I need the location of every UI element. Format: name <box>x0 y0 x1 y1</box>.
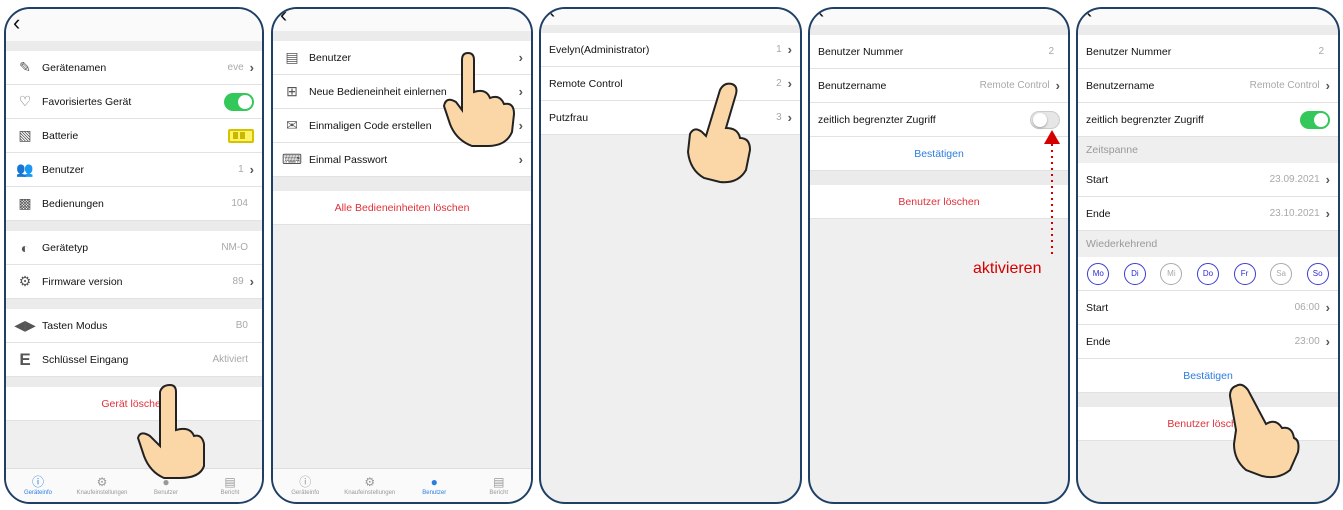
row-battery: ▧ Batterie <box>6 119 262 153</box>
chevron-left-icon[interactable]: ‹ <box>817 9 824 22</box>
day-friday[interactable]: Fr <box>1233 262 1256 285</box>
battery-icon: ▧ <box>18 127 32 143</box>
day-sunday[interactable]: So <box>1306 262 1329 285</box>
gear-icon: ⚙ <box>364 474 376 489</box>
users-icon: 👥 <box>16 161 34 177</box>
plus-square-icon: ⊞ <box>286 83 298 99</box>
day-monday[interactable]: Mo <box>1087 262 1110 285</box>
keypad-icon: ▩ <box>18 195 32 211</box>
heart-icon: ♡ <box>18 93 32 109</box>
row-user-number: Benutzer Nummer 2 <box>810 35 1068 69</box>
row-time-limited-access: zeitlich begrenzter Zugriff <box>810 103 1068 137</box>
pointing-hand-icon <box>442 51 516 147</box>
confirm-button[interactable]: Bestätigen <box>810 137 1068 171</box>
chevron-right-icon: › <box>249 60 254 75</box>
chevron-right-icon: › <box>787 110 792 125</box>
row-users[interactable]: 👥 Benutzer 1 › <box>6 153 262 187</box>
day-saturday[interactable]: Sa <box>1270 262 1293 285</box>
time-access-toggle[interactable] <box>1300 110 1330 129</box>
tab-device-info[interactable]: ⓘ Geräteinfo <box>273 469 338 502</box>
chevron-right-icon: › <box>787 42 792 57</box>
pointing-hand-icon <box>686 82 752 184</box>
row-operations: ▩ Bedienungen 104 <box>6 187 262 221</box>
chevron-right-icon: › <box>249 162 254 177</box>
chevron-right-icon: › <box>1055 78 1060 93</box>
tab-knob-settings[interactable]: ⚙ Knaufeinstellungen <box>338 469 403 502</box>
chevron-right-icon: › <box>1325 300 1330 315</box>
envelope-icon: ✉ <box>286 117 298 133</box>
row-key-mode: ◀▶ Tasten Modus B0 <box>6 309 262 343</box>
row-end-date[interactable]: Ende 23.10.2021 › <box>1078 197 1338 231</box>
arrows-icon: ◀▶ <box>14 317 36 333</box>
row-one-time-password[interactable]: ⌨ Einmal Passwort › <box>273 143 531 177</box>
row-user-name[interactable]: Benutzername Remote Control › <box>1078 69 1338 103</box>
user-icon: ● <box>430 474 438 489</box>
chevron-left-icon[interactable]: ‹ <box>548 9 555 22</box>
row-start-time[interactable]: Start 06:00 › <box>1078 291 1338 325</box>
chevron-left-icon[interactable]: ‹ <box>1085 9 1092 22</box>
delete-all-units-button[interactable]: Alle Bedieneinheiten löschen <box>273 191 531 225</box>
pointing-hand-icon <box>136 383 205 479</box>
tab-knob-settings[interactable]: ⚙ Knaufeinstellungen <box>70 469 134 502</box>
chevron-right-icon: › <box>1325 334 1330 349</box>
row-start-date[interactable]: Start 23.09.2021 › <box>1078 163 1338 197</box>
user-list-item[interactable]: Evelyn(Administrator) 1 › <box>541 33 800 67</box>
chevron-right-icon: › <box>1325 206 1330 221</box>
row-favorite: ♡ Favorisiertes Gerät <box>6 85 262 119</box>
user-card-icon: ▤ <box>285 49 299 65</box>
phone-screen-user-detail: ‹ Benutzer Nummer 2 Benutzername Remote … <box>808 7 1070 504</box>
weekday-selector: Mo Di Mi Do Fr Sa So <box>1078 257 1338 291</box>
cylinder-icon: ◐ <box>20 239 30 256</box>
gear-icon: ⚙ <box>96 474 108 489</box>
clipboard-icon: ▤ <box>224 474 236 489</box>
top-bar: ‹ <box>1078 9 1338 25</box>
top-bar: ‹ <box>273 9 531 31</box>
e-icon: E <box>19 349 31 369</box>
annotation-activate: aktivieren <box>973 260 1042 277</box>
dotted-arrow <box>1044 130 1060 260</box>
chevron-right-icon: › <box>1325 172 1330 187</box>
phone-screen-user-list: ‹ Evelyn(Administrator) 1 › Remote Contr… <box>539 7 802 504</box>
row-device-name[interactable]: ✎ Gerätenamen eve › <box>6 51 262 85</box>
battery-level <box>228 128 254 143</box>
chevron-left-icon[interactable]: ‹ <box>13 12 20 34</box>
section-period: Zeitspanne <box>1078 137 1338 163</box>
gears-icon: ⚙ <box>18 273 32 289</box>
day-thursday[interactable]: Do <box>1196 262 1219 285</box>
chevron-right-icon: › <box>787 76 792 91</box>
favorite-toggle[interactable] <box>224 92 254 111</box>
row-end-time[interactable]: Ende 23:00 › <box>1078 325 1338 359</box>
row-device-type: ◐ Gerätetyp NM-O <box>6 231 262 265</box>
pointing-hand-icon <box>1228 383 1300 479</box>
section-recurring: Wiederkehrend <box>1078 231 1338 257</box>
tab-users[interactable]: ● Benutzer <box>402 469 467 502</box>
row-user-number: Benutzer Nummer 2 <box>1078 35 1338 69</box>
tab-report[interactable]: ▤ Bericht <box>467 469 532 502</box>
chevron-left-icon[interactable]: ‹ <box>280 9 287 26</box>
chevron-right-icon: › <box>1325 78 1330 93</box>
user-list-item[interactable]: Putzfrau 3 › <box>541 101 800 135</box>
info-icon: ⓘ <box>31 474 44 489</box>
top-bar: ‹ <box>541 9 800 25</box>
row-time-limited-access: zeitlich begrenzter Zugriff <box>1078 103 1338 137</box>
top-bar: ‹ <box>810 9 1068 25</box>
keyboard-icon: ⌨ <box>281 151 303 167</box>
delete-user-button[interactable]: Benutzer löschen <box>810 185 1068 219</box>
clipboard-icon: ▤ <box>493 474 505 489</box>
tab-bar: ⓘ Geräteinfo ⚙ Knaufeinstellungen ● Benutze… <box>273 468 531 502</box>
row-user-name[interactable]: Benutzername Remote Control › <box>810 69 1068 103</box>
row-key-input: E Schlüssel Eingang Aktiviert <box>6 343 262 377</box>
day-tuesday[interactable]: Di <box>1123 262 1146 285</box>
pencil-icon: ✎ <box>19 59 31 75</box>
row-firmware[interactable]: ⚙ Firmware version 89 › <box>6 265 262 299</box>
day-wednesday[interactable]: Mi <box>1160 262 1183 285</box>
user-list-item[interactable]: Remote Control 2 › <box>541 67 800 101</box>
chevron-right-icon: › <box>249 274 254 289</box>
tab-device-info[interactable]: ⓘ Geräteinfo <box>6 469 70 502</box>
time-access-toggle[interactable] <box>1030 110 1060 129</box>
top-bar: ‹ <box>6 9 262 41</box>
chevron-right-icon: › <box>518 152 523 167</box>
info-icon: ⓘ <box>299 474 312 489</box>
